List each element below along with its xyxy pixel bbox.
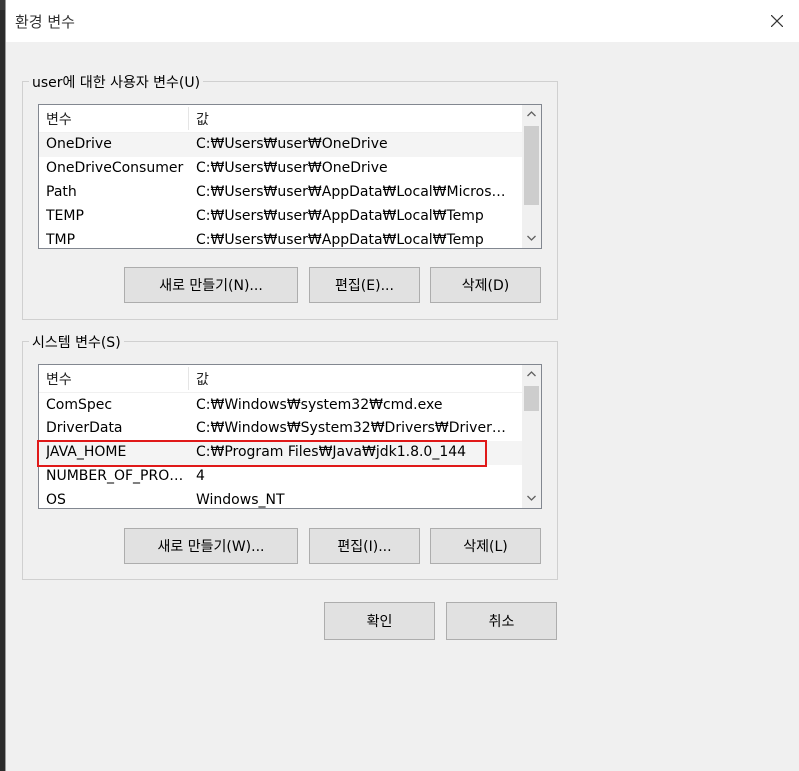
system-new-button[interactable]: 새로 만들기(W)... xyxy=(124,528,298,564)
environment-variables-dialog: 환경 변수 user에 대한 사용자 변수(U) 변수 값 OneDrive C… xyxy=(5,0,799,771)
ok-button[interactable]: 확인 xyxy=(324,602,435,640)
variable-value: 4 xyxy=(196,468,205,484)
vertical-scrollbar[interactable] xyxy=(522,105,541,248)
chevron-down-icon xyxy=(527,235,536,241)
variable-name: OS xyxy=(46,492,66,508)
table-row[interactable]: TEMP C:₩Users₩user₩AppData₩Local₩Temp xyxy=(39,205,522,229)
user-delete-button[interactable]: 삭제(D) xyxy=(430,267,541,303)
scroll-up-button[interactable] xyxy=(522,105,541,124)
variable-value: C:₩Users₩user₩AppData₩Local₩Temp xyxy=(196,208,484,224)
highlight-box xyxy=(37,440,487,467)
chevron-up-icon xyxy=(527,371,536,377)
system-edit-button[interactable]: 편집(I)... xyxy=(309,528,420,564)
user-variables-label: user에 대한 사용자 변수(U) xyxy=(29,72,204,92)
cancel-button[interactable]: 취소 xyxy=(446,602,557,640)
variable-name: OneDriveConsumer xyxy=(46,160,184,176)
chevron-up-icon xyxy=(527,111,536,117)
column-header-variable[interactable]: 변수 xyxy=(46,109,72,129)
variable-name: ComSpec xyxy=(46,397,113,413)
user-variables-list[interactable]: 변수 값 OneDrive C:₩Users₩user₩OneDrive One… xyxy=(38,104,542,249)
scroll-thumb[interactable] xyxy=(524,126,539,205)
close-icon xyxy=(771,15,783,27)
table-row[interactable]: DriverData C:₩Windows₩System32₩Drivers₩D… xyxy=(39,417,522,441)
scroll-down-button[interactable] xyxy=(522,229,541,248)
variable-name: Path xyxy=(46,184,77,200)
table-row[interactable]: Path C:₩Users₩user₩AppData₩Local₩Microso… xyxy=(39,181,522,205)
scroll-up-button[interactable] xyxy=(522,365,541,384)
system-variables-list[interactable]: 변수 값 ComSpec C:₩Windows₩system32₩cmd.exe… xyxy=(38,364,542,509)
variable-name: TEMP xyxy=(46,208,84,224)
table-row[interactable]: TMP C:₩Users₩user₩AppData₩Local₩Temp xyxy=(39,229,522,248)
column-header-value[interactable]: 값 xyxy=(196,109,209,129)
variable-value: C:₩Windows₩System32₩Drivers₩DriverData xyxy=(196,420,510,436)
column-separator xyxy=(188,107,189,130)
window-title: 환경 변수 xyxy=(15,13,75,31)
user-edit-button[interactable]: 편집(E)... xyxy=(309,267,420,303)
title-bar: 환경 변수 xyxy=(6,0,799,42)
vertical-scrollbar[interactable] xyxy=(522,365,541,508)
table-row[interactable]: OneDriveConsumer C:₩Users₩user₩OneDrive xyxy=(39,157,522,181)
column-header-value[interactable]: 값 xyxy=(196,369,209,389)
variable-name: DriverData xyxy=(46,420,123,436)
close-button[interactable] xyxy=(754,0,799,42)
table-row[interactable]: NUMBER_OF_PROC... 4 xyxy=(39,465,522,489)
variable-value: C:₩Users₩user₩OneDrive xyxy=(196,160,388,176)
variable-name: NUMBER_OF_PROC... xyxy=(46,468,186,484)
scroll-down-button[interactable] xyxy=(522,489,541,508)
variable-value: C:₩Users₩user₩OneDrive xyxy=(196,136,388,152)
variable-value: Windows_NT xyxy=(196,492,285,508)
variable-name: OneDrive xyxy=(46,136,112,152)
variable-value: C:₩Users₩user₩AppData₩Local₩Temp xyxy=(196,232,484,248)
list-header: 변수 값 xyxy=(39,365,522,393)
variable-value: C:₩Windows₩system32₩cmd.exe xyxy=(196,397,443,413)
column-separator xyxy=(188,367,189,390)
table-row[interactable]: OneDrive C:₩Users₩user₩OneDrive xyxy=(39,133,522,157)
system-variables-label: 시스템 변수(S) xyxy=(29,332,124,352)
system-delete-button[interactable]: 삭제(L) xyxy=(430,528,541,564)
column-header-variable[interactable]: 변수 xyxy=(46,369,72,389)
table-row[interactable]: ComSpec C:₩Windows₩system32₩cmd.exe xyxy=(39,394,522,418)
user-new-button[interactable]: 새로 만들기(N)... xyxy=(124,267,298,303)
variable-name: TMP xyxy=(46,232,76,248)
list-header: 변수 값 xyxy=(39,105,522,133)
scroll-thumb[interactable] xyxy=(524,386,539,411)
variable-value: C:₩Users₩user₩AppData₩Local₩Microsoft₩..… xyxy=(196,184,510,200)
chevron-down-icon xyxy=(527,495,536,501)
table-row[interactable]: OS Windows_NT xyxy=(39,489,522,508)
